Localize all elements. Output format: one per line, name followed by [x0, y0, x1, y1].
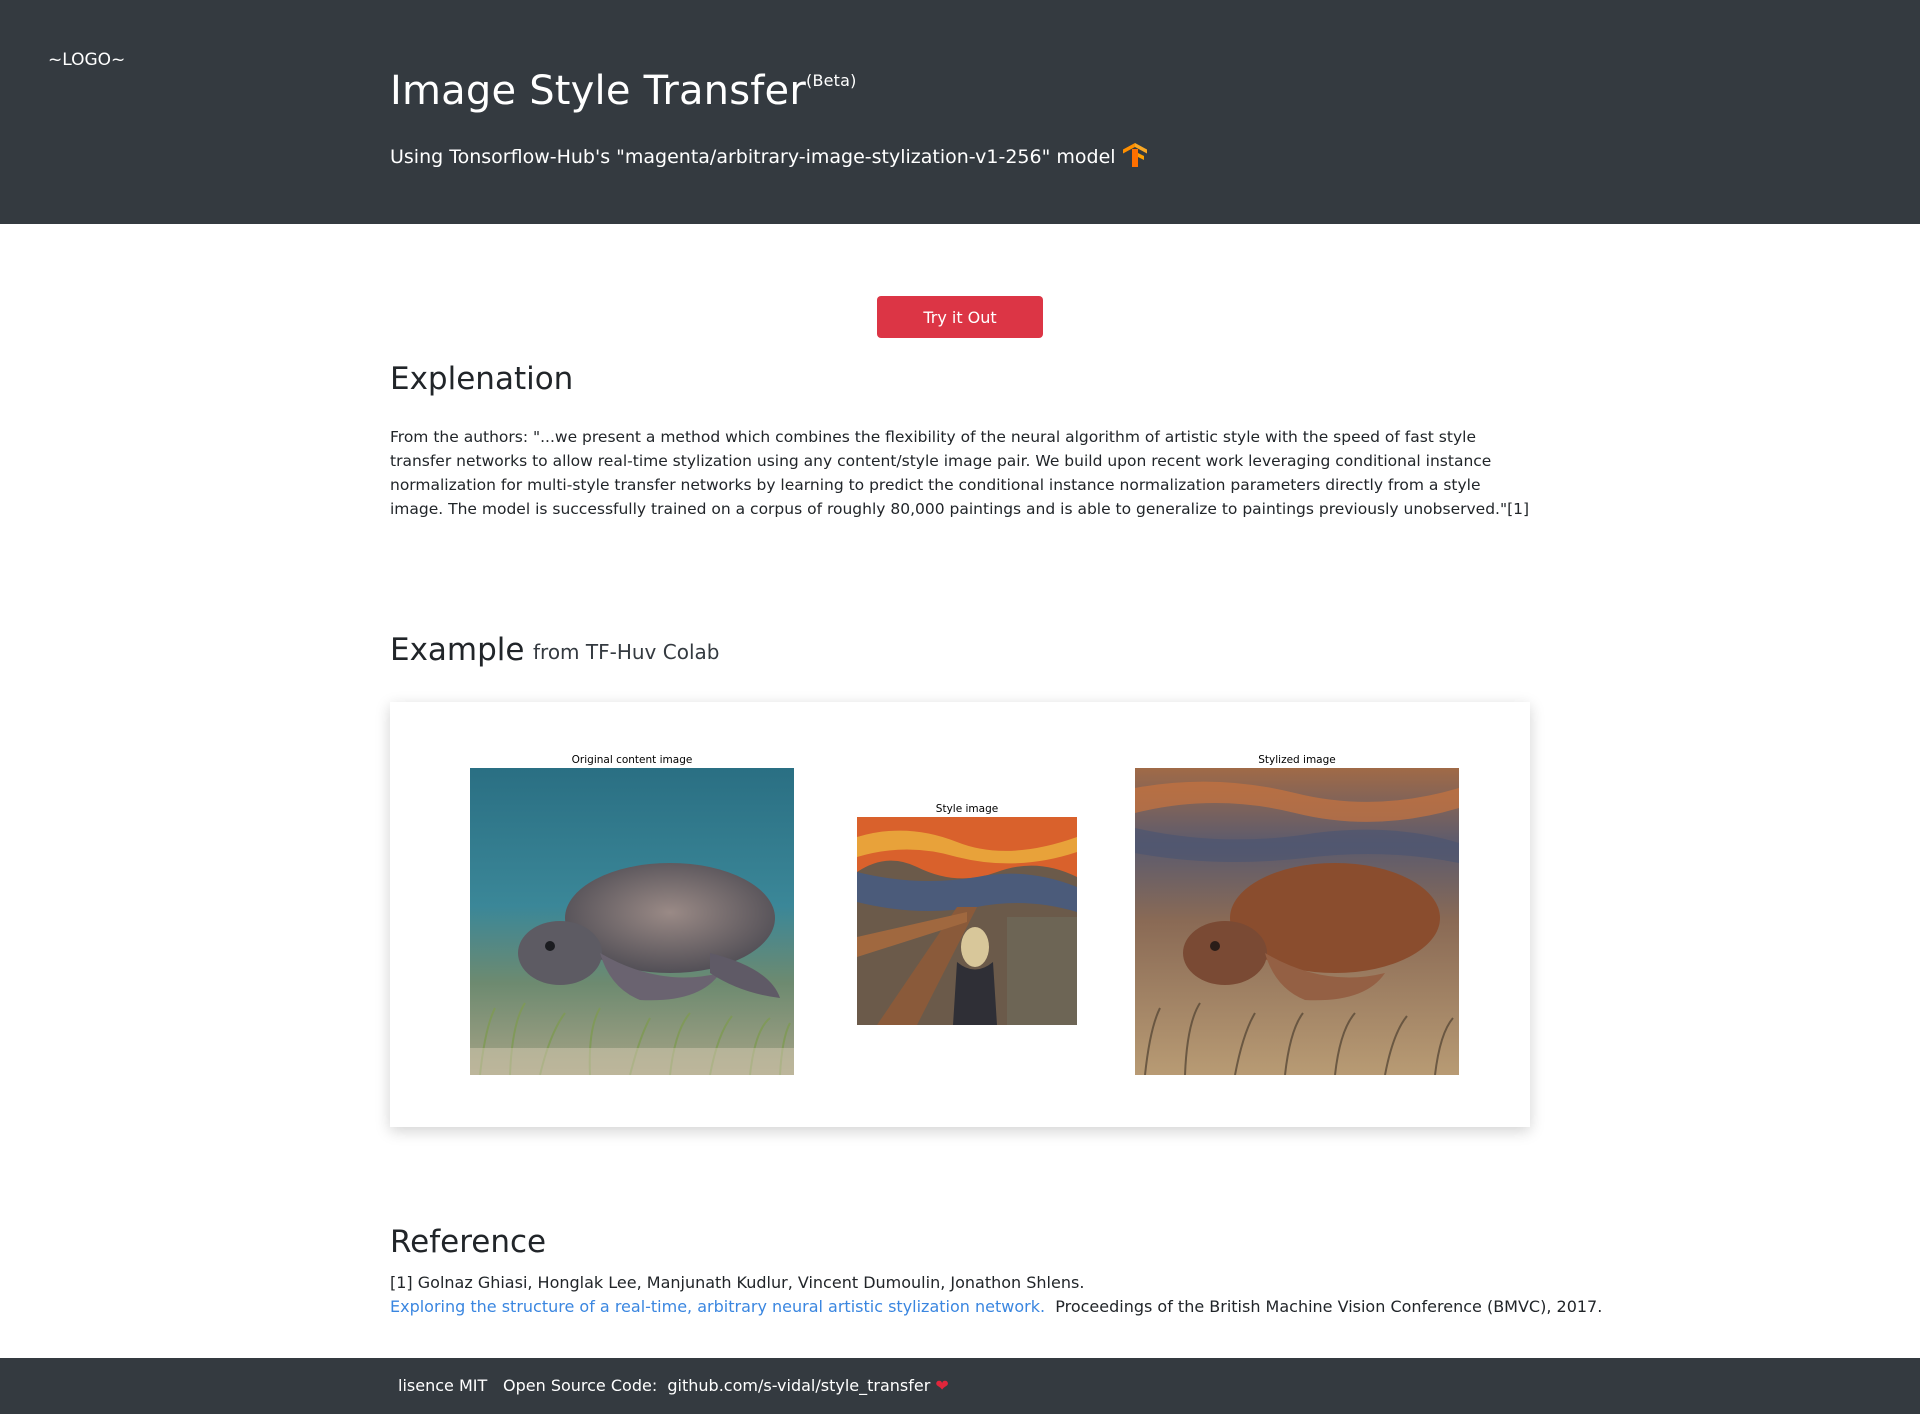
content-image-title: Original content image [571, 754, 693, 766]
example-heading: Example [390, 632, 525, 668]
try-it-out-button[interactable]: Try it Out [877, 296, 1043, 338]
site-footer: lisence MIT Open Source Code: github.com… [0, 1358, 1920, 1414]
explanation-text: From the authors: "...we present a metho… [390, 428, 1530, 518]
reference-citation: Exploring the structure of a real-time, … [390, 1297, 1602, 1316]
reference-venue: Proceedings of the British Machine Visio… [1055, 1297, 1603, 1316]
content-image [470, 768, 794, 1076]
reference-heading: Reference [390, 1224, 547, 1260]
tensorflow-icon [1122, 142, 1148, 173]
style-image [857, 817, 1077, 1025]
stylized-image-title: Stylized image [1258, 754, 1336, 766]
footer-source-label: Open Source Code: [503, 1376, 658, 1395]
reference-link[interactable]: Exploring the structure of a real-time, … [390, 1297, 1045, 1316]
footer-license: lisence MIT [398, 1376, 488, 1395]
reference-authors: [1] Golnaz Ghiasi, Honglak Lee, Manjunat… [390, 1273, 1085, 1292]
footer-source-link[interactable]: github.com/s-vidal/style_transfer [667, 1376, 930, 1395]
footer-source: Open Source Code: github.com/s-vidal/sty… [503, 1376, 949, 1395]
logo[interactable]: ~LOGO~ [48, 50, 125, 70]
page-title-text: Image Style Transfer [390, 68, 807, 114]
site-header: ~LOGO~ Image Style Transfer(Beta) Using … [0, 0, 1920, 224]
example-figure-card: Original content image Style image Styli… [390, 702, 1530, 1127]
explanation-heading: Explenation [390, 361, 574, 397]
page-title: Image Style Transfer(Beta) [390, 68, 857, 114]
page-subtitle: Using Tonsorflow-Hub's "magenta/arbitrar… [390, 142, 1148, 173]
heart-icon: ❤ [935, 1376, 949, 1395]
style-image-title: Style image [935, 803, 999, 815]
subtitle-text: Using Tonsorflow-Hub's "magenta/arbitrar… [390, 146, 1116, 168]
stylized-image [1135, 768, 1459, 1076]
beta-badge: (Beta) [806, 70, 857, 90]
example-subheading: from TF-Huv Colab [533, 640, 720, 664]
